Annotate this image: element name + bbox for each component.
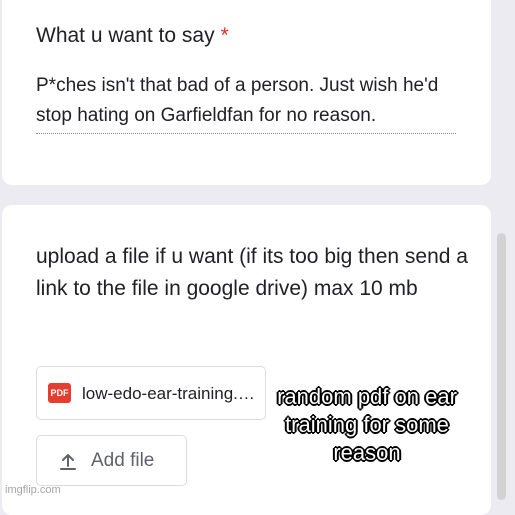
pdf-icon: PDF	[48, 383, 71, 403]
scrollbar-thumb[interactable]	[497, 233, 506, 500]
upload-icon	[60, 454, 76, 470]
upload-question-title: upload a file if u want (if its too big …	[36, 245, 468, 300]
answer-text-field[interactable]: P*ches isn't that bad of a person. Just …	[36, 71, 456, 131]
meme-caption: random pdf on ear training for some reas…	[277, 384, 457, 465]
file-name: low-edo-ear-training.pdf	[82, 384, 260, 403]
imgflip-watermark: imgflip.com	[5, 484, 61, 496]
answer-underline	[36, 133, 456, 134]
add-file-label: Add file	[91, 450, 155, 471]
question-title-text: What u want to say	[36, 24, 215, 47]
uploaded-file-chip[interactable]: PDF low-edo-ear-training.pdf	[36, 366, 266, 420]
add-file-button[interactable]: Add file	[36, 435, 187, 486]
required-asterisk: *	[220, 24, 229, 47]
question-title: What u want to say *	[36, 24, 229, 48]
